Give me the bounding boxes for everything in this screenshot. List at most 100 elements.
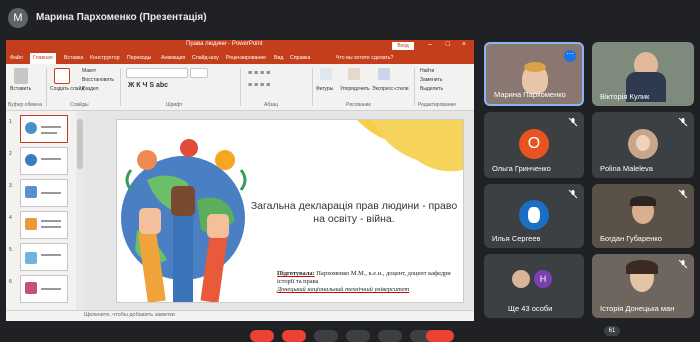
slide-heading[interactable]: Загальна декларація прав людини - право … (249, 200, 459, 226)
quick-styles-label[interactable]: Экспресс-стили (372, 86, 409, 92)
scrollbar-handle[interactable] (77, 119, 83, 169)
participant-tile[interactable]: Історія Донецька ман (592, 254, 694, 318)
bold-icon[interactable]: Ж К Ч S abc (128, 82, 168, 89)
slide-thumbnail[interactable] (20, 211, 68, 239)
thumbnail-text (41, 192, 61, 194)
layout-button[interactable]: Макет (82, 68, 96, 74)
slide-credits[interactable]: Підготувала: Пархоменко М.М., к.е.н., до… (277, 270, 457, 294)
slide-thumbnail[interactable] (20, 179, 68, 207)
ppt-workspace: 1 2 3 4 5 6 Загальна декларація прав люд… (6, 111, 474, 310)
new-slide-icon[interactable] (54, 68, 70, 84)
thumb-number: 2 (9, 151, 12, 157)
list-icon[interactable]: ≡ ≡ ≡ ≡ (248, 70, 270, 77)
tell-me-search[interactable]: Что вы хотите сделать? (336, 55, 393, 61)
thumbnail-text (41, 254, 61, 256)
participant-tile[interactable]: О Ольга Гринченко (484, 112, 584, 178)
ribbon-divider (240, 68, 241, 106)
flower-shape (137, 150, 157, 170)
select-button[interactable]: Выделить (420, 86, 443, 92)
participant-avatar: Н (534, 270, 552, 288)
more-options-icon[interactable]: ⋯ (564, 50, 576, 62)
participant-tile[interactable]: Вікторія Кулик (592, 42, 694, 106)
ppt-titlebar: Права людини - PowerPoint Вход – □ × (6, 40, 474, 52)
menu-transitions[interactable]: Переходы (127, 55, 151, 61)
participant-count-badge[interactable]: 61 (604, 326, 620, 336)
ppt-ribbon: Вставить Буфер обмена Создать слайд Маке… (6, 64, 474, 111)
raise-hand-button[interactable] (346, 330, 370, 342)
arrange-label[interactable]: Упорядочить (340, 86, 370, 92)
find-button[interactable]: Найти (420, 68, 434, 74)
paste-icon[interactable] (14, 68, 28, 84)
mic-off-icon (678, 189, 688, 199)
thumbnails-scrollbar[interactable] (76, 111, 84, 310)
align-icon[interactable]: ≡ ≡ ≡ ≡ (248, 82, 270, 89)
font-name-field[interactable] (126, 68, 188, 78)
thumb-number: 1 (9, 119, 12, 125)
clipboard-group-label: Буфер обмена (8, 102, 42, 108)
menu-design[interactable]: Конструктор (90, 55, 120, 61)
participant-tile[interactable]: ⋯ Марина Пархоменко (484, 42, 584, 106)
participant-avatar (519, 199, 549, 230)
participant-tile[interactable]: Polina Maleleva (592, 112, 694, 178)
mic-off-icon (678, 117, 688, 127)
ribbon-divider (120, 68, 121, 106)
mic-toggle-button[interactable] (250, 330, 274, 342)
participant-name: Polina Maleleva (600, 164, 653, 173)
leave-call-button[interactable] (426, 330, 454, 342)
arrange-icon[interactable] (348, 68, 360, 80)
slide-thumbnail[interactable] (20, 147, 68, 175)
captions-button[interactable] (314, 330, 338, 342)
paragraph-group-label: Абзац (264, 102, 279, 108)
slide-thumbnail[interactable] (20, 275, 68, 303)
paste-label[interactable]: Вставить (10, 86, 31, 92)
shapes-label[interactable]: Фигуры (316, 86, 333, 92)
credits-label: Підготувала: (277, 270, 315, 277)
participant-name: Історія Донецька ман (600, 304, 675, 313)
menu-insert[interactable]: Вставка (64, 55, 83, 61)
replace-button[interactable]: Заменить (420, 77, 442, 83)
fist-shape (171, 186, 195, 216)
arm-shape (173, 216, 193, 302)
slide-canvas[interactable]: Загальна декларація прав людини - право … (116, 119, 464, 303)
section-button[interactable]: Раздел (82, 86, 99, 92)
mic-off-icon (568, 117, 578, 127)
slide-thumbnail[interactable] (20, 243, 68, 271)
shapes-icon[interactable] (320, 68, 332, 80)
camera-toggle-button[interactable] (282, 330, 306, 342)
participant-tile[interactable]: Богдан Губаренко (592, 184, 694, 248)
slide-thumbnails[interactable]: 1 2 3 4 5 6 (6, 111, 76, 310)
slide-thumbnail[interactable] (20, 115, 68, 143)
menu-file[interactable]: Файл (10, 55, 23, 61)
menu-slideshow[interactable]: Слайд-шоу (192, 55, 219, 61)
menu-review[interactable]: Рецензирование (226, 55, 266, 61)
avatar-figure (528, 206, 540, 223)
menu-home[interactable]: Главная (30, 53, 56, 64)
ribbon-divider (46, 68, 47, 106)
notes-pane[interactable]: Щелкните, чтобы добавить заметки (6, 310, 474, 321)
minimize-icon[interactable]: – (428, 41, 432, 48)
participant-tile[interactable]: Н Ще 43 особи (484, 254, 584, 318)
shared-screen[interactable]: Права людини - PowerPoint Вход – □ × Фай… (6, 40, 474, 321)
thumbnail-art (25, 252, 37, 264)
reset-button[interactable]: Восстановить (82, 77, 114, 83)
menu-view[interactable]: Вид (274, 55, 283, 61)
quick-styles-icon[interactable] (378, 68, 390, 80)
font-size-field[interactable] (190, 68, 208, 78)
thumbnail-text (41, 126, 61, 128)
leaf-shape (239, 169, 247, 191)
close-icon[interactable]: × (462, 41, 466, 48)
thumbnail-art (25, 282, 37, 294)
present-button[interactable] (378, 330, 402, 342)
thumbnail-art (25, 154, 37, 166)
menu-help[interactable]: Справка (290, 55, 310, 61)
ribbon-divider (312, 68, 313, 106)
menu-animation[interactable]: Анимация (161, 55, 185, 61)
participant-tile[interactable]: Илья Сергеев (484, 184, 584, 248)
participant-video (626, 260, 658, 274)
flower-shape (215, 150, 235, 170)
thumbnail-text (41, 132, 57, 134)
new-slide-label[interactable]: Создать слайд (50, 86, 84, 92)
notes-placeholder[interactable]: Щелкните, чтобы добавить заметки (84, 312, 175, 318)
maximize-icon[interactable]: □ (446, 41, 450, 48)
signin-button[interactable]: Вход (392, 42, 414, 50)
